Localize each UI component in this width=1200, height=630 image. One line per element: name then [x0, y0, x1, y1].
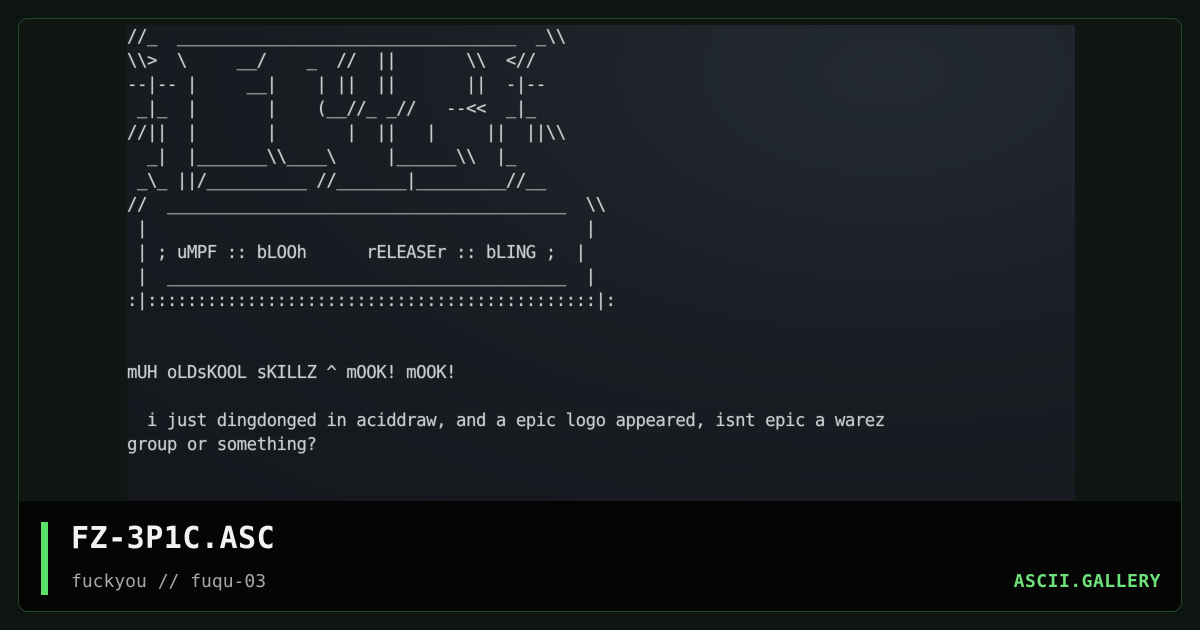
- ascii-line: \\> \ __/ _ // || \\ <//: [127, 51, 536, 71]
- ascii-line: [127, 313, 885, 337]
- site-brand-link[interactable]: ASCII.GALLERY: [1014, 571, 1161, 592]
- file-title: FZ-3P1C.ASC: [71, 521, 276, 556]
- ascii-line: | ______________________________________…: [127, 267, 596, 287]
- accent-bar: [41, 522, 48, 595]
- file-subtitle: fuckyou // fuqu-03: [71, 571, 267, 592]
- ascii-line: i just dingdonged in aciddraw, and a epi…: [127, 411, 885, 431]
- ascii-line: | |: [127, 219, 596, 239]
- ascii-line: // _____________________________________…: [127, 195, 606, 215]
- info-footer: FZ-3P1C.ASC fuckyou // fuqu-03 ASCII.GAL…: [19, 501, 1181, 611]
- ascii-line: group or something?: [127, 435, 317, 455]
- ascii-line: :|::::::::::::::::::::::::::::::::::::::…: [127, 291, 616, 311]
- ascii-line: --|-- | __| | || || || -|--: [127, 75, 546, 95]
- ascii-line: //|| | | | || | || ||\\: [127, 123, 566, 143]
- ascii-line: mUH oLDsKOOL sKILLZ ^ mOOK! mOOK!: [127, 363, 457, 383]
- ascii-line: [127, 385, 885, 409]
- ascii-line: [127, 337, 885, 361]
- ascii-art-preview[interactable]: //_ __________________________________ _…: [127, 25, 1075, 501]
- card-frame: //_ __________________________________ _…: [18, 18, 1182, 612]
- ascii-line: _\_ ||/__________ //_______|_________//_…: [127, 171, 546, 191]
- ascii-line: | ; uMPF :: bLOOh rELEASEr :: bLING ; |: [127, 243, 586, 263]
- ascii-line: _| |_______\\____\ |______\\ |_: [127, 147, 516, 167]
- ascii-line: _|_ | | (__//_ _// --<< _|_: [127, 99, 536, 119]
- ascii-line: //_ __________________________________ _…: [127, 27, 566, 47]
- ascii-art-text: //_ __________________________________ _…: [127, 25, 885, 457]
